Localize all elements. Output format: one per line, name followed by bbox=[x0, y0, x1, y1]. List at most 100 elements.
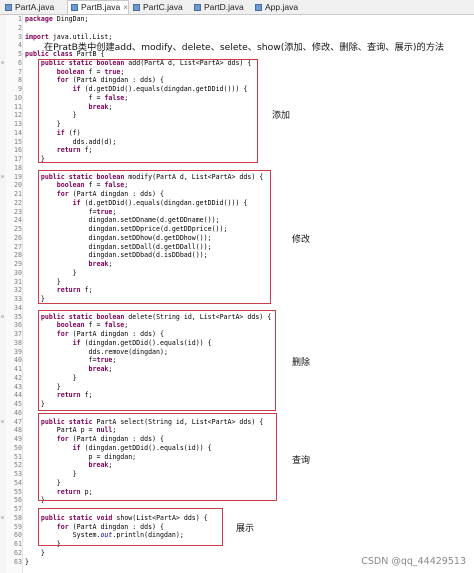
fold-toggle-icon[interactable]: ⊖ bbox=[1, 514, 4, 523]
select-method-box bbox=[38, 413, 277, 501]
line-number: 40 bbox=[14, 356, 22, 365]
annotation-add: 添加 bbox=[272, 111, 291, 121]
code-token: } bbox=[25, 557, 29, 566]
fold-toggle-icon[interactable]: ⊖ bbox=[1, 173, 4, 182]
line-number: 62 bbox=[14, 548, 22, 557]
line-number: 42 bbox=[14, 373, 22, 382]
line-number: 61 bbox=[14, 540, 22, 548]
java-file-icon bbox=[255, 4, 262, 11]
line-number: 17 bbox=[14, 155, 22, 163]
java-file-icon bbox=[133, 4, 140, 11]
tab-app[interactable]: App.java bbox=[252, 1, 308, 13]
line-number: 46 bbox=[14, 408, 22, 417]
line-number: 32 bbox=[14, 286, 22, 295]
add-method-box bbox=[38, 59, 258, 163]
tab-partb[interactable]: PartB.java × bbox=[67, 0, 129, 14]
line-number: 38 bbox=[14, 338, 22, 347]
line-number: 19 bbox=[14, 172, 22, 181]
line-number: 25 bbox=[14, 225, 22, 233]
annotation-show: 展示 bbox=[236, 524, 255, 534]
code-text: package DingDan; bbox=[25, 15, 89, 24]
line-number: 29 bbox=[14, 260, 22, 268]
line-number: 13 bbox=[14, 120, 22, 128]
line-number: 41 bbox=[14, 365, 22, 373]
line-number: 21 bbox=[14, 190, 22, 198]
tab-parta[interactable]: PartA.java bbox=[2, 1, 66, 13]
line-number: 2 bbox=[18, 23, 22, 32]
line-number: 57 bbox=[14, 505, 22, 513]
line-number: 52 bbox=[14, 461, 22, 470]
line-number: 23 bbox=[14, 207, 22, 216]
csdn-watermark: CSDN @qq_44429513 bbox=[361, 556, 466, 567]
show-method-box bbox=[38, 508, 223, 546]
line-number: 10 bbox=[14, 93, 22, 102]
code-line[interactable]: 2 bbox=[0, 24, 474, 33]
line-number: 6 bbox=[18, 58, 22, 67]
code-line[interactable]: 1 package DingDan; bbox=[0, 15, 474, 24]
annotation-modify: 修改 bbox=[292, 235, 311, 245]
line-number: 8 bbox=[18, 76, 22, 85]
tab-label: PartA.java bbox=[15, 2, 55, 12]
code-token: DingDan; bbox=[52, 15, 89, 23]
line-number: 47 bbox=[14, 417, 22, 426]
line-number: 45 bbox=[14, 400, 22, 408]
code-text: } bbox=[25, 558, 29, 567]
fold-toggle-icon[interactable]: ⊖ bbox=[1, 313, 4, 322]
line-number: 3 bbox=[18, 32, 22, 41]
tab-label: PartB.java bbox=[81, 2, 121, 12]
line-number: 5 bbox=[18, 50, 22, 58]
line-number: 34 bbox=[14, 303, 22, 312]
code-text: } bbox=[25, 549, 45, 558]
line-number: 58 bbox=[14, 513, 22, 522]
line-number: 27 bbox=[14, 242, 22, 251]
line-number: 31 bbox=[14, 277, 22, 286]
tab-label: App.java bbox=[265, 2, 299, 12]
code-token: } bbox=[25, 548, 45, 557]
line-number: 14 bbox=[14, 128, 22, 137]
line-number: 15 bbox=[14, 137, 22, 146]
java-file-icon bbox=[5, 4, 12, 11]
line-number: 36 bbox=[14, 321, 22, 330]
line-number: 16 bbox=[14, 146, 22, 155]
line-number: 50 bbox=[14, 443, 22, 452]
line-number: 48 bbox=[14, 426, 22, 435]
close-tab-icon[interactable]: × bbox=[123, 3, 128, 12]
line-number: 20 bbox=[14, 181, 22, 190]
line-number: 30 bbox=[14, 268, 22, 277]
line-number: 7 bbox=[18, 67, 22, 76]
line-number: 43 bbox=[14, 382, 22, 391]
java-file-icon bbox=[194, 4, 201, 11]
line-number: 4 bbox=[18, 41, 22, 50]
line-number: 54 bbox=[14, 478, 22, 487]
line-number: 60 bbox=[14, 531, 22, 540]
line-number: 1 bbox=[18, 15, 22, 23]
java-file-icon bbox=[71, 4, 78, 11]
line-number: 63 bbox=[14, 557, 22, 566]
tab-partc[interactable]: PartC.java bbox=[130, 1, 190, 13]
line-number: 18 bbox=[14, 163, 22, 172]
line-number: 56 bbox=[14, 496, 22, 505]
delete-method-box bbox=[38, 310, 276, 411]
annotation-delete: 删除 bbox=[292, 358, 311, 368]
line-number: 35 bbox=[14, 312, 22, 321]
line-number: 59 bbox=[14, 522, 22, 531]
tab-label: PartD.java bbox=[204, 2, 244, 12]
line-number: 24 bbox=[14, 216, 22, 225]
line-number: 37 bbox=[14, 330, 22, 338]
tab-label: PartC.java bbox=[143, 2, 183, 12]
line-number: 28 bbox=[14, 251, 22, 260]
keyword-token: package bbox=[25, 15, 53, 23]
fold-toggle-icon[interactable]: ⊖ bbox=[1, 59, 4, 68]
line-number: 26 bbox=[14, 233, 22, 242]
line-number: 33 bbox=[14, 295, 22, 303]
line-number: 55 bbox=[14, 487, 22, 496]
annotation-select: 查询 bbox=[292, 456, 311, 466]
tab-partd[interactable]: PartD.java bbox=[191, 1, 251, 13]
fold-toggle-icon[interactable]: ⊖ bbox=[1, 418, 4, 427]
line-number: 11 bbox=[14, 102, 22, 111]
instruction-note: 在PratB类中创建add、modify、delete、selete、show(… bbox=[44, 42, 445, 53]
line-number: 12 bbox=[14, 111, 22, 120]
line-number: 53 bbox=[14, 470, 22, 478]
line-number: 39 bbox=[14, 347, 22, 356]
line-number: 44 bbox=[14, 391, 22, 400]
